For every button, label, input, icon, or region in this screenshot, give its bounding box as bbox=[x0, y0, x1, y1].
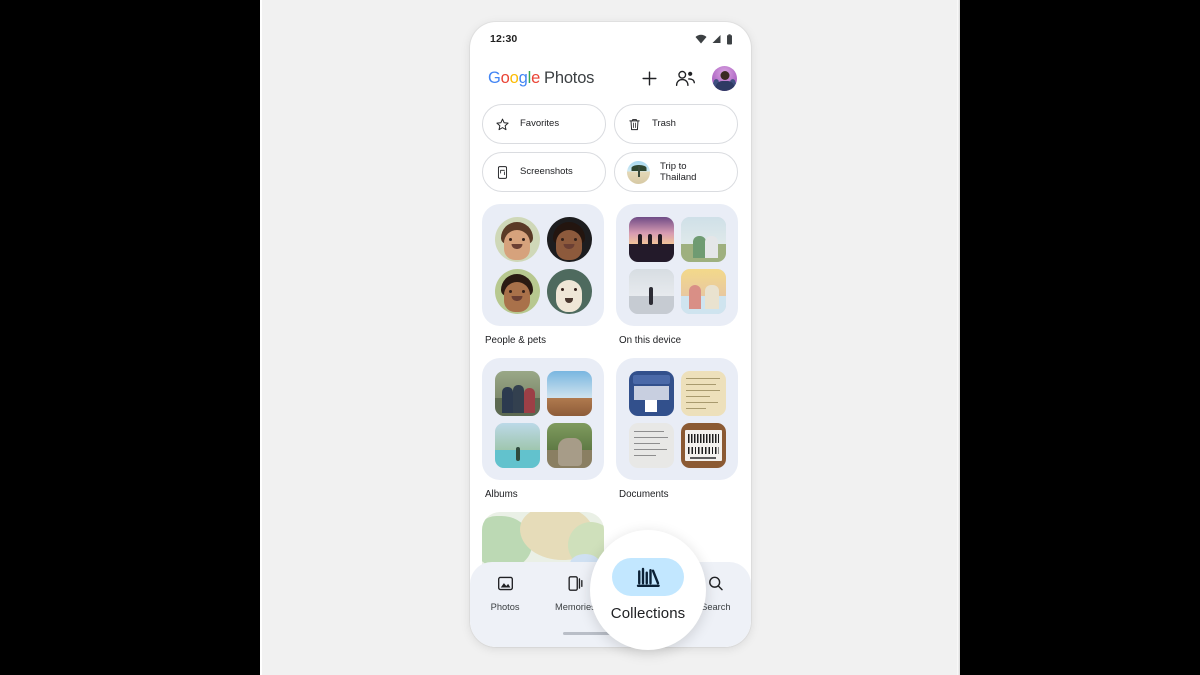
photo-thumb bbox=[546, 422, 592, 468]
google-photos-logo: Google Photos bbox=[488, 69, 594, 88]
document-grid bbox=[628, 370, 726, 468]
chip-trip-to-thailand[interactable]: Trip to Thailand bbox=[614, 152, 738, 192]
nav-pill bbox=[479, 570, 531, 597]
card-people-and-pets[interactable]: People & pets bbox=[482, 204, 604, 346]
magnified-nav-label: Collections bbox=[610, 605, 686, 622]
screenshot-canvas: 12:30 Google Photos Favorites Trash Scre… bbox=[0, 0, 1200, 675]
photo-thumb bbox=[628, 268, 674, 314]
document-thumb bbox=[628, 370, 674, 416]
card-label: People & pets bbox=[485, 335, 547, 346]
photo-thumb bbox=[680, 216, 726, 262]
chip-screenshots[interactable]: Screenshots bbox=[482, 152, 606, 192]
trip-thumbnail bbox=[627, 160, 650, 184]
google-wordmark: Google bbox=[488, 68, 541, 87]
photo-grid bbox=[628, 216, 726, 314]
nav-label: Photos bbox=[490, 602, 520, 612]
face-thumb bbox=[494, 268, 540, 314]
card-albums[interactable]: Albums bbox=[482, 358, 604, 500]
account-avatar[interactable] bbox=[712, 65, 737, 91]
nav-tab-photos[interactable]: Photos bbox=[470, 570, 540, 624]
cellular-signal-icon bbox=[712, 35, 721, 43]
wifi-icon bbox=[695, 34, 707, 44]
chip-label: Screenshots bbox=[520, 166, 573, 178]
card-on-this-device[interactable]: On this device bbox=[616, 204, 738, 346]
memories-icon bbox=[568, 576, 583, 591]
card-thumbnail-grid bbox=[482, 204, 604, 326]
add-icon[interactable] bbox=[640, 69, 659, 88]
face-thumb bbox=[494, 216, 540, 262]
card-documents[interactable]: Documents bbox=[616, 358, 738, 500]
status-icon-group bbox=[695, 33, 733, 45]
app-bar-actions bbox=[640, 65, 737, 91]
avatar-head bbox=[720, 71, 729, 80]
document-thumb bbox=[628, 422, 674, 468]
photo-thumb bbox=[680, 268, 726, 314]
photo-grid bbox=[494, 370, 592, 468]
magnifier-callout: Collections bbox=[590, 530, 706, 650]
product-name: Photos bbox=[544, 68, 595, 87]
photo-thumb bbox=[628, 216, 674, 262]
star-icon bbox=[496, 118, 509, 130]
chip-favorites[interactable]: Favorites bbox=[482, 104, 606, 144]
collections-icon bbox=[636, 567, 660, 587]
sharing-people-icon[interactable] bbox=[675, 69, 696, 88]
card-label: Documents bbox=[619, 489, 669, 500]
quick-access-chips: Favorites Trash Screenshots Trip to Thai… bbox=[470, 100, 751, 192]
photo-thumb bbox=[546, 370, 592, 416]
document-thumb bbox=[680, 422, 726, 468]
document-thumb bbox=[680, 370, 726, 416]
face-thumb bbox=[546, 216, 592, 262]
chip-trash[interactable]: Trash bbox=[614, 104, 738, 144]
nav-label: Search bbox=[701, 602, 731, 612]
palm-trunk bbox=[637, 165, 640, 177]
search-icon bbox=[709, 576, 724, 591]
photos-icon bbox=[497, 576, 513, 591]
card-thumbnail-grid bbox=[482, 358, 604, 480]
trash-icon bbox=[629, 118, 640, 130]
chip-label: Trip to Thailand bbox=[660, 161, 696, 184]
card-thumbnail-grid bbox=[616, 204, 738, 326]
avatar-body bbox=[715, 80, 734, 91]
screenshot-icon bbox=[497, 165, 508, 179]
photo-thumb bbox=[494, 422, 540, 468]
battery-icon bbox=[727, 33, 732, 44]
status-time: 12:30 bbox=[490, 33, 518, 45]
chip-label-line1: Trip to bbox=[660, 160, 687, 172]
photo-thumb bbox=[494, 370, 540, 416]
card-label: Albums bbox=[485, 489, 518, 500]
pet-thumb bbox=[546, 268, 592, 314]
chip-label: Trash bbox=[652, 118, 676, 130]
app-bar: Google Photos bbox=[470, 56, 751, 100]
card-thumbnail-grid bbox=[616, 358, 738, 480]
collection-cards: People & pets On this device Albums Docu… bbox=[470, 192, 751, 500]
nav-label: Memories bbox=[554, 602, 596, 612]
magnified-nav-pill[interactable] bbox=[612, 558, 684, 596]
chip-label: Favorites bbox=[520, 118, 560, 130]
card-label: On this device bbox=[619, 335, 682, 346]
chip-label-line2: Thailand bbox=[660, 172, 697, 183]
status-bar: 12:30 bbox=[470, 22, 751, 56]
face-grid bbox=[494, 216, 592, 314]
